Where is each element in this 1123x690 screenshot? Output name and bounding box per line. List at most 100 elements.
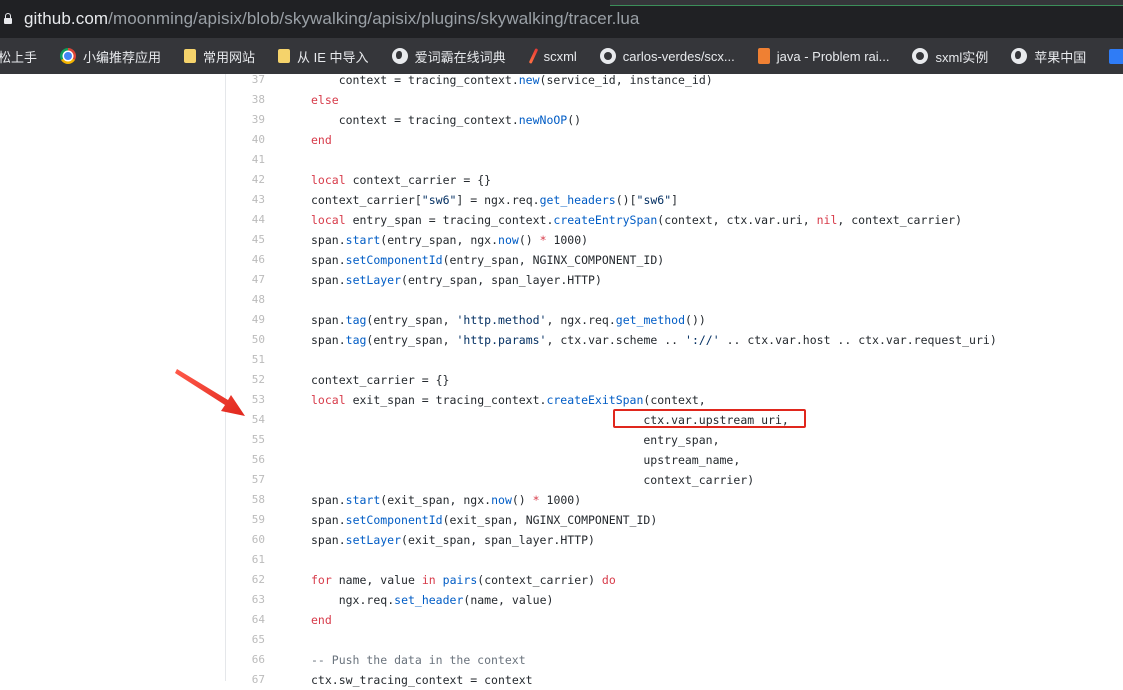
code-line: 56 upstream_name, (0, 450, 1123, 470)
code-line: 62 for name, value in pairs(context_carri… (0, 570, 1123, 590)
lock-icon[interactable] (4, 13, 12, 24)
code-line: 58 span.start(exit_span, ngx.now() * 1000… (0, 490, 1123, 510)
folder-icon (278, 49, 291, 63)
line-number[interactable]: 54 (225, 410, 265, 430)
code-text: span.start(entry_span, ngx.now() * 1000) (311, 233, 589, 247)
code-text: context_carrier["sw6"] = ngx.req.get_hea… (311, 193, 679, 207)
bookmark-item[interactable]: scxml (529, 48, 577, 64)
code-text: local exit_span = tracing_context.create… (311, 393, 706, 407)
code-line: 45 span.start(entry_span, ngx.now() * 100… (0, 230, 1123, 250)
line-number[interactable]: 60 (225, 530, 265, 550)
code-line: 66 -- Push the data in the context (0, 650, 1123, 670)
bookmark-item[interactable]: 百度 (1109, 47, 1123, 66)
line-number[interactable]: 47 (225, 270, 265, 290)
code-text: span.tag(entry_span, 'http.method', ngx.… (311, 313, 706, 327)
line-number[interactable]: 53 (225, 390, 265, 410)
bookmark-item[interactable]: 小编推荐应用 (60, 47, 161, 66)
code-line: 44 local entry_span = tracing_context.cre… (0, 210, 1123, 230)
code-line: 53 local exit_span = tracing_context.crea… (0, 390, 1123, 410)
github-icon (599, 48, 616, 64)
baidu-icon (1109, 48, 1123, 64)
bookmark-item[interactable]: sxml实例 (912, 47, 988, 66)
bookmark-item[interactable]: java - Problem rai... (757, 48, 890, 64)
url-text[interactable]: github.com/moonming/apisix/blob/skywalki… (24, 9, 639, 29)
line-number[interactable]: 52 (225, 370, 265, 390)
highlight-box-annotation (613, 409, 806, 428)
line-number[interactable]: 45 (225, 230, 265, 250)
code-line: 37 context = tracing_context.new(service… (0, 70, 1123, 90)
code-text: for name, value in pairs(context_carrier… (311, 573, 616, 587)
line-number[interactable]: 55 (225, 430, 265, 450)
code-line: 54 ctx.var.upstream_uri, (0, 410, 1123, 430)
line-number[interactable]: 64 (225, 610, 265, 630)
code-text: span.tag(entry_span, 'http.params', ctx.… (311, 333, 997, 347)
code-line: 38 else (0, 90, 1123, 110)
line-number[interactable]: 43 (225, 190, 265, 210)
bookmark-item[interactable]: 常用网站 (184, 47, 255, 66)
line-number[interactable]: 67 (225, 670, 265, 690)
bookmark-label: 苹果中国 (1034, 49, 1087, 65)
globe-icon (1011, 48, 1028, 64)
bookmark-label: 爱词霸在线词典 (414, 49, 506, 65)
bookmark-label: 常用网站 (203, 49, 256, 65)
code-text: span.setComponentId(entry_span, NGINX_CO… (311, 253, 665, 267)
code-line: 64 end (0, 610, 1123, 630)
code-text: context_carrier) (643, 473, 755, 487)
line-number[interactable]: 57 (225, 470, 265, 490)
bookmark-label: 小编推荐应用 (83, 49, 162, 65)
bookmark-label: 从 IE 中导入 (297, 49, 369, 65)
line-number[interactable]: 63 (225, 590, 265, 610)
code-text: end (311, 133, 332, 147)
line-number[interactable]: 56 (225, 450, 265, 470)
code-line: 51 (0, 350, 1123, 370)
bookmark-item[interactable]: 松上手 (0, 47, 37, 66)
code-line: 52 context_carrier = {} (0, 370, 1123, 390)
code-text: context = tracing_context.new(service_id… (338, 73, 713, 87)
line-number[interactable]: 50 (225, 330, 265, 350)
line-number[interactable]: 37 (225, 70, 265, 90)
line-number[interactable]: 62 (225, 570, 265, 590)
line-number[interactable]: 38 (225, 90, 265, 110)
bookmark-item[interactable]: 爱词霸在线词典 (391, 47, 506, 66)
code-line: 42 local context_carrier = {} (0, 170, 1123, 190)
bookmark-label: 松上手 (0, 49, 38, 65)
globe-icon (391, 48, 408, 64)
code-text: entry_span, (643, 433, 720, 447)
code-line: 63 ngx.req.set_header(name, value) (0, 590, 1123, 610)
code-text: ngx.req.set_header(name, value) (338, 593, 554, 607)
code-line: 61 (0, 550, 1123, 570)
line-number[interactable]: 49 (225, 310, 265, 330)
line-number[interactable]: 39 (225, 110, 265, 130)
line-number[interactable]: 44 (225, 210, 265, 230)
bookmark-item[interactable]: 苹果中国 (1011, 47, 1086, 66)
line-number[interactable]: 61 (225, 550, 265, 570)
line-number[interactable]: 59 (225, 510, 265, 530)
code-text: else (311, 93, 339, 107)
bookmark-label: sxml实例 (935, 49, 989, 65)
line-number[interactable]: 41 (225, 150, 265, 170)
bookmark-item[interactable]: carlos-verdes/scx... (599, 48, 735, 64)
code-line: 67 ctx.sw_tracing_context = context (0, 670, 1123, 690)
code-line: 55 entry_span, (0, 430, 1123, 450)
code-text: local entry_span = tracing_context.creat… (311, 213, 963, 227)
code-text: upstream_name, (643, 453, 741, 467)
code-text: span.setComponentId(exit_span, NGINX_COM… (311, 513, 658, 527)
line-number[interactable]: 42 (225, 170, 265, 190)
bookmark-item[interactable]: 从 IE 中导入 (278, 47, 369, 66)
code-text: span.setLayer(exit_span, span_layer.HTTP… (311, 533, 595, 547)
code-line: 60 span.setLayer(exit_span, span_layer.HT… (0, 530, 1123, 550)
url-host: github.com (24, 9, 109, 28)
bookmark-label: java - Problem rai... (776, 48, 890, 64)
line-number[interactable]: 46 (225, 250, 265, 270)
line-number[interactable]: 48 (225, 290, 265, 310)
code-line: 59 span.setComponentId(exit_span, NGINX_C… (0, 510, 1123, 530)
line-number[interactable]: 65 (225, 630, 265, 650)
line-number[interactable]: 58 (225, 490, 265, 510)
code-line: 40 end (0, 130, 1123, 150)
address-bar[interactable]: github.com/moonming/apisix/blob/skywalki… (0, 0, 1123, 38)
line-number[interactable]: 66 (225, 650, 265, 670)
line-number[interactable]: 51 (225, 350, 265, 370)
java-icon (757, 48, 770, 64)
line-number[interactable]: 40 (225, 130, 265, 150)
code-text: context_carrier = {} (311, 373, 450, 387)
